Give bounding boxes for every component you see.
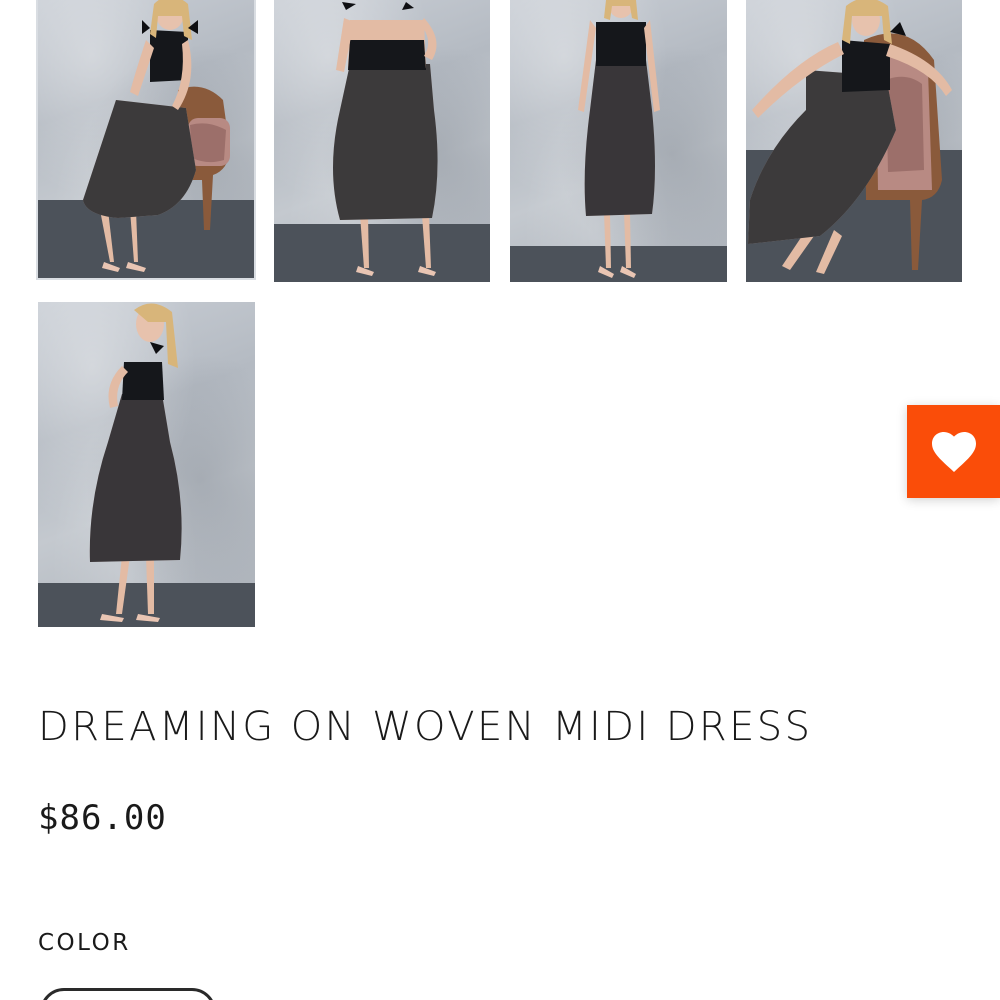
- product-price: $86.00: [38, 798, 167, 838]
- product-page: DREAMING ON WOVEN MIDI DRESS $86.00 COLO…: [0, 0, 1000, 1000]
- thumbnail-2[interactable]: [274, 0, 490, 282]
- product-photo-standing-profile: [89, 303, 182, 622]
- product-photo-seated-side: [748, 0, 952, 274]
- thumbnail-3[interactable]: [510, 0, 727, 282]
- thumbnail-5[interactable]: [38, 302, 255, 627]
- wishlist-button[interactable]: [907, 405, 1000, 498]
- product-photo-seated-front: [83, 0, 230, 272]
- color-option-label: COLOR: [38, 930, 131, 956]
- product-title: DREAMING ON WOVEN MIDI DRESS: [38, 704, 813, 750]
- heart-icon: [931, 431, 976, 472]
- product-photo-standing-front: [578, 0, 660, 278]
- thumbnail-1[interactable]: [36, 0, 256, 280]
- product-photo-standing-back: [333, 2, 438, 276]
- thumbnail-4[interactable]: [746, 0, 962, 282]
- color-swatch-selected[interactable]: [40, 988, 216, 1000]
